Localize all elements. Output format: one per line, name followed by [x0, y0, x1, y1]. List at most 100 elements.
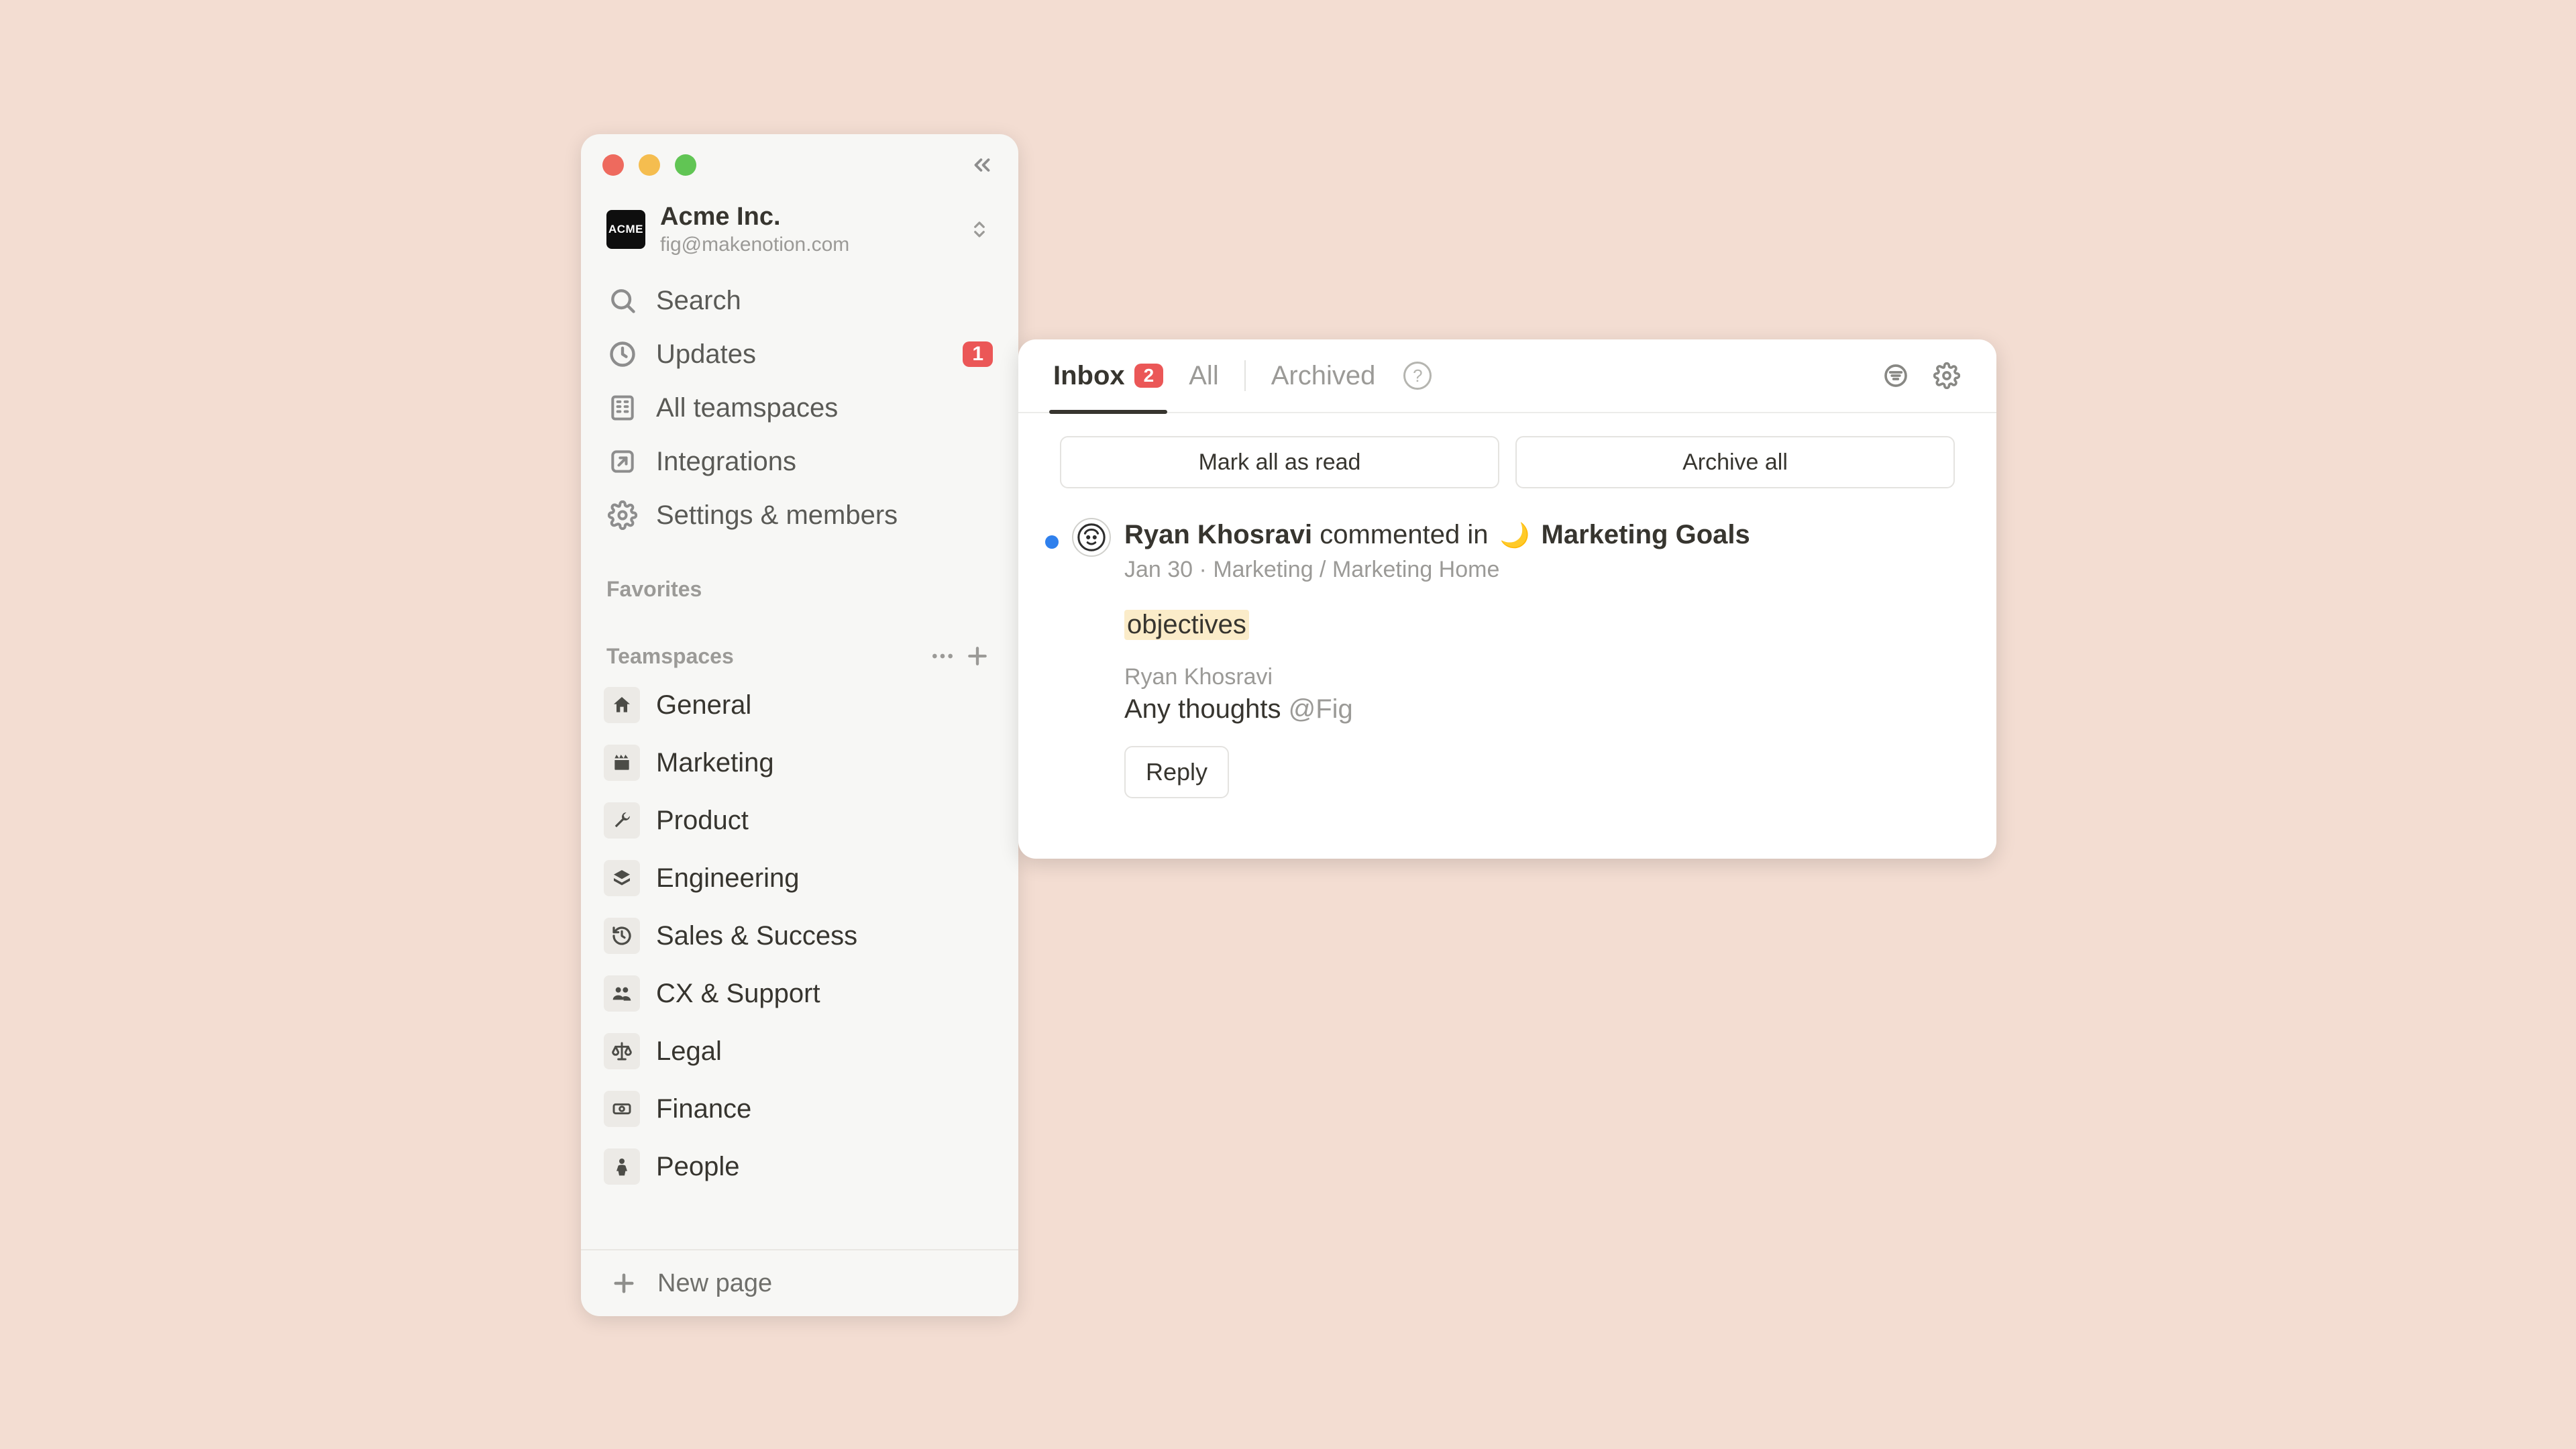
search-row[interactable]: Search	[581, 274, 1018, 327]
window-minimize-button[interactable]	[639, 154, 660, 176]
notification-mention: @Fig	[1289, 694, 1353, 724]
updates-badge: 1	[963, 341, 993, 367]
settings-row[interactable]: Settings & members	[581, 488, 1018, 542]
notification-title: Ryan Khosravi commented in 🌙 Marketing G…	[1124, 518, 1962, 551]
new-page-label: New page	[657, 1269, 772, 1298]
more-horizontal-icon	[929, 643, 956, 669]
search-icon	[606, 284, 639, 317]
inbox-actions	[1881, 361, 1962, 390]
teamspace-general[interactable]: General	[581, 676, 1018, 734]
tab-all-label: All	[1189, 361, 1218, 391]
mark-all-read-button[interactable]: Mark all as read	[1060, 436, 1499, 488]
notification-highlight: objectives	[1124, 610, 1249, 640]
notification-page-name: Marketing Goals	[1542, 520, 1750, 549]
window-maximize-button[interactable]	[675, 154, 696, 176]
page-emoji: 🌙	[1500, 521, 1530, 549]
teamspace-cx[interactable]: CX & Support	[581, 965, 1018, 1022]
notification-item[interactable]: Ryan Khosravi commented in 🌙 Marketing G…	[1018, 488, 1996, 798]
workspace-switcher[interactable]: ACME Acme Inc. fig@makenotion.com	[581, 196, 1018, 274]
users-icon	[604, 975, 640, 1012]
teamspaces-header-label: Teamspaces	[606, 644, 923, 669]
updates-row[interactable]: Updates 1	[581, 327, 1018, 381]
window-controls	[581, 134, 1018, 196]
workspace-logo: ACME	[606, 210, 645, 249]
teamspaces-section[interactable]: Teamspaces	[581, 636, 1018, 676]
inbox-tabs: Inbox 2 All Archived ?	[1018, 339, 1996, 413]
clock-icon	[606, 338, 639, 370]
notification-comment-text: Any thoughts	[1124, 694, 1289, 724]
updates-label: Updates	[656, 339, 945, 370]
scale-icon	[604, 1033, 640, 1069]
history-icon	[604, 918, 640, 954]
banknote-icon	[604, 1091, 640, 1127]
notification-body: Ryan Khosravi commented in 🌙 Marketing G…	[1124, 518, 1962, 798]
notification-comment: Any thoughts @Fig	[1124, 694, 1962, 724]
plus-icon	[608, 1267, 640, 1299]
arrow-up-right-square-icon	[606, 445, 639, 478]
teamspaces-add-button[interactable]	[962, 641, 993, 672]
updates-inbox-panel: Inbox 2 All Archived ?	[1018, 339, 1996, 859]
favorites-header-label: Favorites	[606, 577, 993, 602]
teamspace-sales[interactable]: Sales & Success	[581, 907, 1018, 965]
layers-icon	[604, 860, 640, 896]
teamspace-label: Product	[656, 806, 749, 836]
archive-all-button[interactable]: Archive all	[1515, 436, 1955, 488]
teamspace-label: Finance	[656, 1094, 751, 1124]
teamspace-marketing[interactable]: Marketing	[581, 734, 1018, 792]
notification-actor: Ryan Khosravi	[1124, 520, 1312, 549]
person-icon	[604, 1148, 640, 1185]
teamspace-finance[interactable]: Finance	[581, 1080, 1018, 1138]
teamspace-people[interactable]: People	[581, 1138, 1018, 1195]
tab-inbox-badge: 2	[1134, 364, 1164, 388]
notification-breadcrumb: Marketing / Marketing Home	[1213, 557, 1499, 582]
workspace-email: fig@makenotion.com	[660, 233, 849, 257]
new-page-button[interactable]: New page	[581, 1250, 1018, 1316]
inbox-help-button[interactable]: ?	[1403, 362, 1432, 390]
teamspace-label: People	[656, 1152, 740, 1182]
teamspace-label: CX & Support	[656, 979, 820, 1009]
tab-inbox-label: Inbox	[1053, 361, 1125, 391]
reply-button[interactable]: Reply	[1124, 746, 1229, 798]
teamspace-label: Engineering	[656, 863, 800, 894]
inbox-settings-button[interactable]	[1932, 361, 1962, 390]
all-teamspaces-label: All teamspaces	[656, 393, 993, 423]
bulk-actions: Mark all as read Archive all	[1018, 413, 1996, 488]
tab-all[interactable]: All	[1189, 339, 1218, 413]
inbox-filter-button[interactable]	[1881, 361, 1911, 390]
window-close-button[interactable]	[602, 154, 624, 176]
teamspace-legal[interactable]: Legal	[581, 1022, 1018, 1080]
avatar-face-icon	[1076, 522, 1107, 553]
tab-archived-label: Archived	[1271, 361, 1376, 391]
all-teamspaces-row[interactable]: All teamspaces	[581, 381, 1018, 435]
teamspace-label: Marketing	[656, 748, 774, 778]
filter-icon	[1882, 362, 1909, 389]
workspace-text: Acme Inc. fig@makenotion.com	[660, 203, 849, 256]
collapse-sidebar-button[interactable]	[967, 150, 997, 180]
teamspace-label: General	[656, 690, 751, 720]
clapperboard-icon	[604, 745, 640, 781]
home-icon	[604, 687, 640, 723]
search-label: Search	[656, 286, 993, 316]
integrations-row[interactable]: Integrations	[581, 435, 1018, 488]
favorites-section[interactable]: Favorites	[581, 569, 1018, 609]
gear-icon	[606, 499, 639, 531]
teamspace-label: Legal	[656, 1036, 722, 1067]
unread-dot	[1045, 535, 1059, 549]
teamspaces-more-button[interactable]	[927, 641, 958, 672]
tab-archived[interactable]: Archived	[1271, 339, 1376, 413]
teamspace-product[interactable]: Product	[581, 792, 1018, 849]
workspace-switcher-chevron[interactable]	[966, 216, 993, 243]
settings-label: Settings & members	[656, 500, 993, 531]
sidebar: ACME Acme Inc. fig@makenotion.com Search…	[581, 134, 1018, 1316]
workspace-name: Acme Inc.	[660, 203, 849, 232]
building-icon	[606, 392, 639, 424]
tab-inbox[interactable]: Inbox 2	[1053, 339, 1163, 413]
gear-icon	[1933, 362, 1960, 389]
chevrons-left-icon	[969, 152, 995, 178]
traffic-lights	[602, 154, 696, 176]
teamspace-engineering[interactable]: Engineering	[581, 849, 1018, 907]
tab-divider	[1244, 360, 1246, 391]
sidebar-bottom: New page	[581, 1249, 1018, 1316]
notification-meta: Jan 30 · Marketing / Marketing Home	[1124, 557, 1962, 583]
plus-icon	[964, 643, 991, 669]
